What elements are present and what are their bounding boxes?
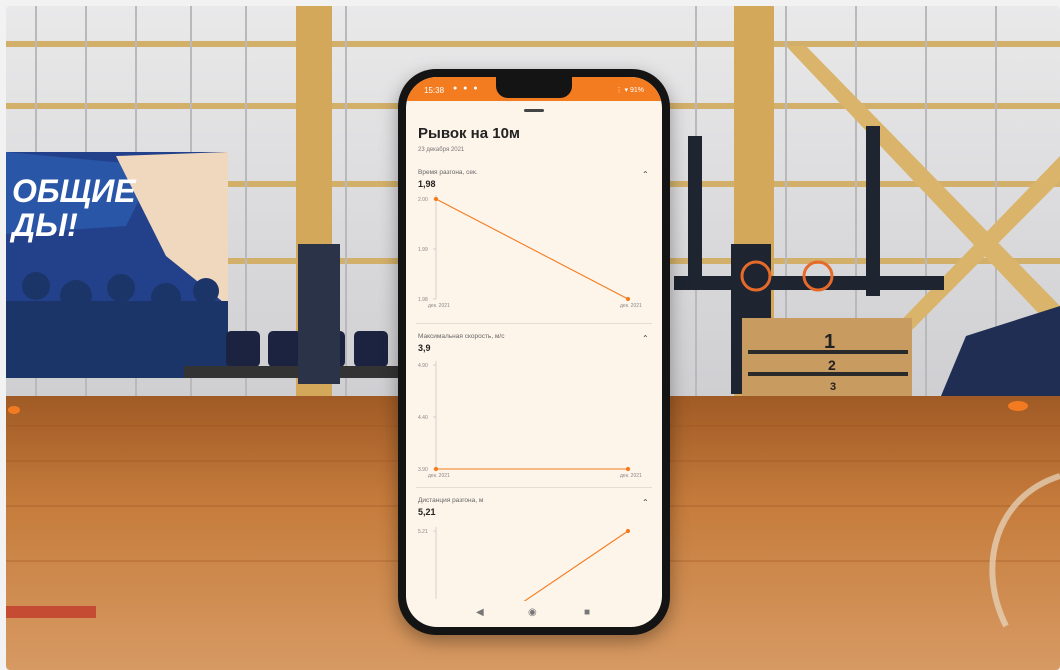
- recent-apps-icon[interactable]: ■: [584, 607, 590, 618]
- battery-indicator: ⋮ ▾ 91%: [615, 87, 644, 94]
- y-tick-label: 5.21: [418, 529, 428, 535]
- metric-label: Дистанция разгона, м: [418, 497, 484, 504]
- y-tick-label: 4.90: [418, 363, 428, 369]
- home-icon[interactable]: ◉: [528, 607, 537, 618]
- collapse-chevron-icon[interactable]: ⌃: [642, 334, 649, 343]
- metric-chart: 2.001.991.98дек. 2021 дек. 2021: [418, 195, 642, 309]
- sheet-drag-handle[interactable]: [524, 109, 544, 112]
- data-point: [625, 528, 631, 534]
- x-tick-label: дек. 2021: [620, 303, 642, 309]
- phone-screen: 15:38 ● ● ● ⋮ ▾ 91% Рывок на 10м 23 дека…: [406, 77, 662, 627]
- phone-mockup: 15:38 ● ● ● ⋮ ▾ 91% Рывок на 10м 23 дека…: [398, 69, 670, 635]
- divider: [416, 487, 652, 488]
- page-date: 23 декабря 2021: [418, 147, 465, 153]
- metric-value: 1,98: [418, 179, 436, 189]
- collapse-chevron-icon[interactable]: ⌃: [642, 170, 649, 179]
- metric-chart: 5.21: [418, 527, 631, 601]
- podium-place-2: 2: [828, 357, 836, 373]
- podium-place-1: 1: [824, 331, 835, 353]
- metric-value: 5,21: [418, 507, 436, 517]
- android-nav-bar: ◀ ◉ ■: [406, 601, 662, 627]
- metric-label: Максимальная скорость, м/с: [418, 333, 505, 340]
- data-point: [625, 466, 631, 472]
- back-icon[interactable]: ◀: [476, 607, 484, 618]
- camera-notch: [496, 77, 572, 98]
- y-tick-label: 1.98: [418, 297, 428, 303]
- data-point: [433, 466, 439, 472]
- metric-value: 3,9: [418, 343, 431, 353]
- banner-text-line1: ОБЩИЕ: [12, 173, 137, 209]
- y-tick-label: 2.00: [418, 197, 428, 203]
- notification-icons: ● ● ●: [453, 85, 480, 92]
- divider: [416, 323, 652, 324]
- y-tick-label: 3.90: [418, 467, 428, 473]
- x-tick-label: дек. 2021: [620, 473, 642, 479]
- y-tick-label: 1.99: [418, 247, 428, 253]
- collapse-chevron-icon[interactable]: ⌃: [642, 498, 649, 507]
- banner-text-line2: ДЫ!: [9, 207, 78, 243]
- podium-place-3: 3: [830, 381, 836, 393]
- x-tick-label: дек. 2021: [428, 473, 450, 479]
- metric-label: Время разгона, сек.: [418, 169, 478, 176]
- series-line: [523, 530, 629, 601]
- x-tick-label: дек. 2021: [428, 303, 450, 309]
- data-point: [625, 296, 631, 302]
- status-time: 15:38: [424, 86, 445, 95]
- data-point: [433, 196, 439, 202]
- series-line: [435, 198, 629, 300]
- y-tick-label: 4.40: [418, 415, 428, 421]
- page-title: Рывок на 10м: [418, 125, 521, 142]
- metric-chart: 4.904.403.90дек. 2021 дек. 2021: [418, 361, 642, 479]
